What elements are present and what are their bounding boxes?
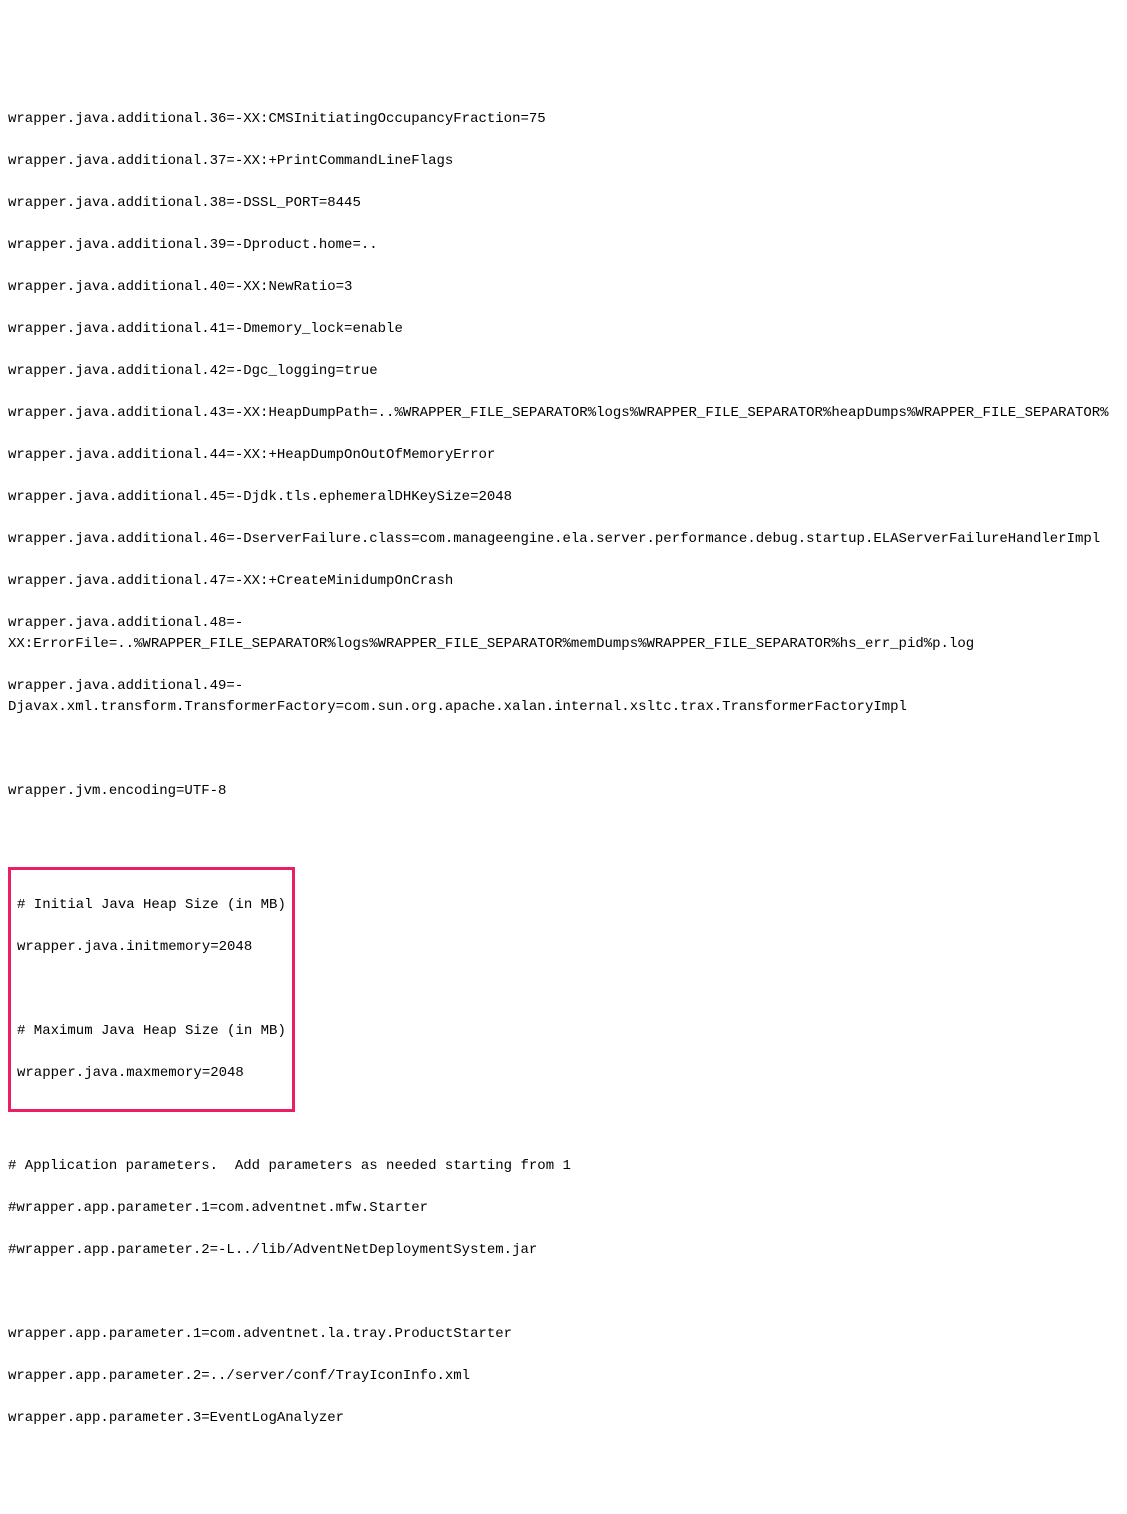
config-line: wrapper.java.additional.49=-Djavax.xml.t… bbox=[8, 676, 1119, 718]
blank-line bbox=[17, 979, 286, 1000]
config-line-initmemory: wrapper.java.initmemory=2048 bbox=[17, 937, 286, 958]
config-line: wrapper.java.additional.44=-XX:+HeapDump… bbox=[8, 445, 1119, 466]
blank-line bbox=[8, 1114, 1119, 1135]
config-line: wrapper.java.additional.46=-DserverFailu… bbox=[8, 529, 1119, 550]
config-line: wrapper.java.additional.41=-Dmemory_lock… bbox=[8, 319, 1119, 340]
blank-line bbox=[8, 823, 1119, 844]
config-line: wrapper.java.additional.48=-XX:ErrorFile… bbox=[8, 613, 1119, 655]
comment-line: # Application parameters. Add parameters… bbox=[8, 1156, 1119, 1177]
config-line: wrapper.java.additional.37=-XX:+PrintCom… bbox=[8, 151, 1119, 172]
config-line: wrapper.java.additional.45=-Djdk.tls.eph… bbox=[8, 487, 1119, 508]
config-line-maxmemory: wrapper.java.maxmemory=2048 bbox=[17, 1063, 286, 1084]
config-line: wrapper.java.additional.42=-Dgc_logging=… bbox=[8, 361, 1119, 382]
config-line: wrapper.java.additional.39=-Dproduct.hom… bbox=[8, 235, 1119, 256]
comment-line: #wrapper.app.parameter.2=-L../lib/Advent… bbox=[8, 1240, 1119, 1261]
config-line: wrapper.app.parameter.2=../server/conf/T… bbox=[8, 1366, 1119, 1387]
config-line: wrapper.jvm.encoding=UTF-8 bbox=[8, 781, 1119, 802]
config-line: wrapper.java.additional.36=-XX:CMSInitia… bbox=[8, 109, 1119, 130]
comment-line: # Initial Java Heap Size (in MB) bbox=[17, 895, 286, 916]
heap-size-highlight-box: # Initial Java Heap Size (in MB) wrapper… bbox=[8, 867, 295, 1112]
comment-line: # Maximum Java Heap Size (in MB) bbox=[17, 1021, 286, 1042]
config-line: wrapper.java.additional.47=-XX:+CreateMi… bbox=[8, 571, 1119, 592]
config-line: wrapper.java.additional.38=-DSSL_PORT=84… bbox=[8, 193, 1119, 214]
config-line: wrapper.app.parameter.3=EventLogAnalyzer bbox=[8, 1408, 1119, 1429]
config-line: wrapper.java.additional.40=-XX:NewRatio=… bbox=[8, 277, 1119, 298]
blank-line bbox=[8, 1282, 1119, 1303]
comment-line: #wrapper.app.parameter.1=com.adventnet.m… bbox=[8, 1198, 1119, 1219]
config-line: wrapper.app.parameter.1=com.adventnet.la… bbox=[8, 1324, 1119, 1345]
config-file-content: wrapper.java.additional.36=-XX:CMSInitia… bbox=[8, 88, 1119, 1450]
config-line: wrapper.java.additional.43=-XX:HeapDumpP… bbox=[8, 403, 1119, 424]
